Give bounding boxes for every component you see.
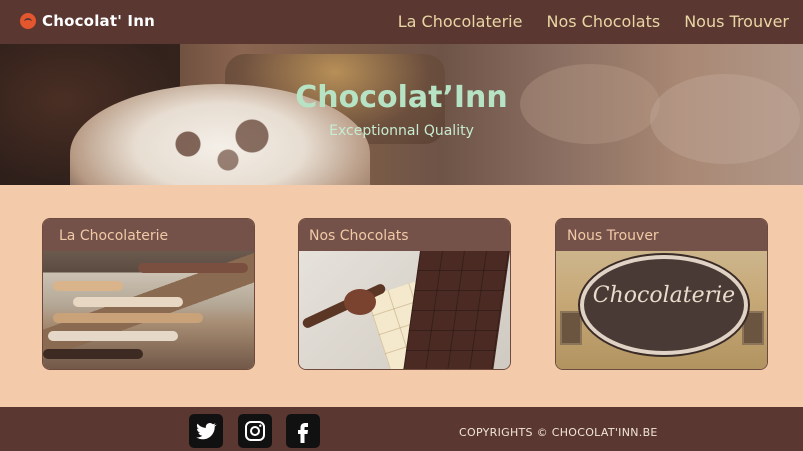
hero-cocoa-dust [140, 104, 300, 184]
hero-banner: Chocolat’Inn Exceptionnal Quality [0, 44, 803, 185]
copyright-text: COPYRIGHTS © CHOCOLAT'INN.BE [459, 426, 658, 439]
card-la-chocolaterie[interactable]: La Chocolaterie [42, 218, 255, 370]
pastry-row [53, 281, 123, 291]
card-title: Nous Trouver [567, 228, 659, 244]
instagram-icon [245, 421, 265, 441]
logo-icon [20, 13, 36, 29]
pastry-row [73, 297, 183, 307]
card-image-shop [43, 251, 254, 369]
twitter-icon [196, 423, 217, 440]
footer [0, 407, 803, 451]
hero-title: Chocolat’Inn [295, 80, 508, 115]
window [560, 311, 582, 345]
top-navbar: Chocolat' Inn La Chocolaterie Nos Chocol… [0, 0, 803, 44]
card-nous-trouver[interactable]: Chocolaterie Nous Trouver [555, 218, 768, 370]
facebook-icon [298, 423, 308, 443]
card-image-sign: Chocolaterie [556, 251, 767, 369]
shop-sign-text: Chocolaterie [592, 283, 736, 308]
facebook-link[interactable] [286, 414, 320, 448]
brand-name: Chocolat' Inn [42, 12, 155, 30]
hero-subtitle: Exceptionnal Quality [329, 123, 474, 139]
card-title: Nos Chocolats [309, 228, 409, 244]
nav-link-nos-chocolats[interactable]: Nos Chocolats [546, 12, 660, 31]
card-nos-chocolats[interactable]: Nos Chocolats [298, 218, 511, 370]
nav-link-la-chocolaterie[interactable]: La Chocolaterie [398, 12, 523, 31]
pastry-row [53, 313, 203, 323]
instagram-link[interactable] [238, 414, 272, 448]
pastry-row [43, 349, 143, 359]
cocoa-powder [344, 289, 376, 315]
main-nav: La Chocolaterie Nos Chocolats Nous Trouv… [398, 12, 789, 31]
nav-link-nous-trouver[interactable]: Nous Trouver [684, 12, 789, 31]
pastry-row [48, 331, 178, 341]
pastry-row [138, 263, 248, 273]
card-title: La Chocolaterie [59, 228, 169, 244]
card-image-chocolate [299, 251, 510, 369]
dark-chocolate-bar [403, 251, 510, 369]
brand[interactable]: Chocolat' Inn [20, 12, 155, 30]
twitter-link[interactable] [189, 414, 223, 448]
